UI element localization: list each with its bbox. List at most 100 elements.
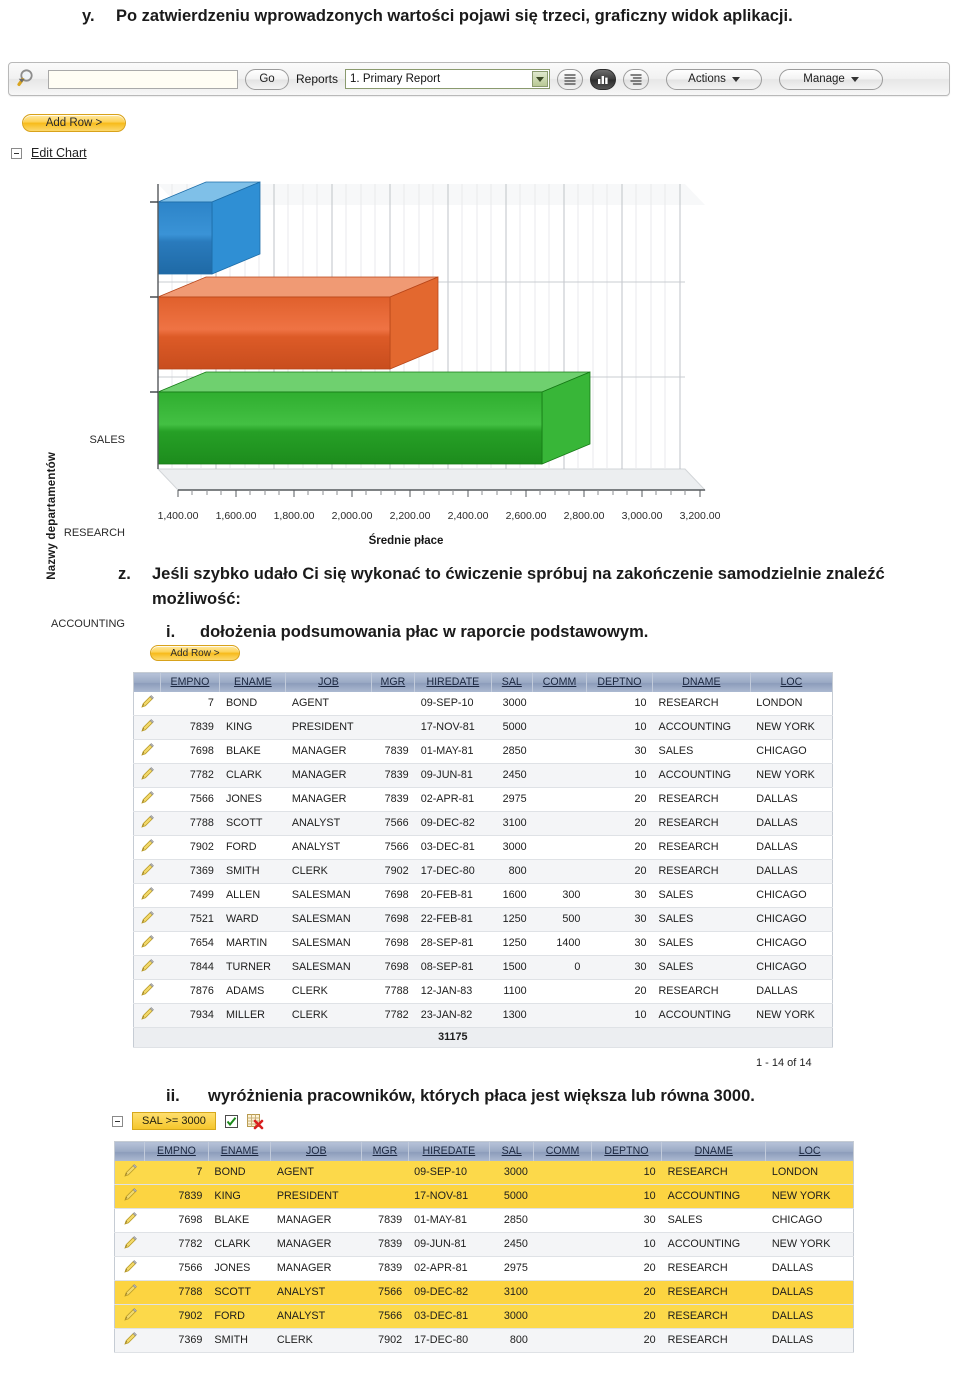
- cell-mgr: 7839: [361, 1208, 409, 1233]
- collapse-icon[interactable]: [11, 147, 22, 159]
- cell-job: ANALYST: [285, 835, 372, 860]
- edit-row-pencil-icon[interactable]: [133, 907, 160, 932]
- col-mgr[interactable]: MGR: [371, 672, 416, 692]
- cell-sal: 2975: [491, 787, 533, 812]
- col-comm[interactable]: COMM: [532, 672, 587, 692]
- cell-hiredate: 08-SEP-81: [414, 955, 491, 980]
- chevron-down-icon[interactable]: [532, 71, 549, 87]
- edit-row-pencil-icon[interactable]: [114, 1184, 145, 1209]
- edit-row-pencil-icon[interactable]: [114, 1304, 145, 1329]
- cell-loc: DALLAS: [750, 835, 833, 860]
- cell-comm: [533, 1208, 592, 1233]
- edit-row-pencil-icon[interactable]: [133, 931, 160, 956]
- filter-bar: SAL >= 3000: [112, 1112, 264, 1130]
- cell-hiredate: 22-FEB-81: [414, 907, 491, 932]
- edit-row-pencil-icon[interactable]: [133, 835, 160, 860]
- table-row: 7782 CLARK MANAGER 7839 09-JUN-81 2450 10 ACCOU…: [114, 1232, 854, 1257]
- col-ename[interactable]: ENAME: [208, 1141, 272, 1161]
- add-row-button-top[interactable]: Add Row >: [22, 114, 126, 132]
- table-row: 7902 FORD ANALYST 7566 03-DEC-81 3000 20 RESEAR…: [133, 835, 833, 860]
- paragraph-ii-text: wyróżnienia pracowników, których płaca j…: [208, 1087, 755, 1105]
- edit-row-pencil-icon[interactable]: [133, 811, 160, 836]
- col-job[interactable]: JOB: [270, 1141, 363, 1161]
- cell-comm: [533, 1304, 592, 1329]
- edit-row-pencil-icon[interactable]: [114, 1256, 145, 1281]
- total-row: 31175: [133, 1026, 833, 1048]
- cell-ename: SMITH: [208, 1328, 271, 1353]
- group-by-view-icon[interactable]: [623, 68, 650, 90]
- edit-row-pencil-icon[interactable]: [133, 763, 160, 788]
- edit-row-pencil-icon[interactable]: [114, 1208, 145, 1233]
- col-ename[interactable]: ENAME: [219, 672, 287, 692]
- edit-row-pencil-icon[interactable]: [114, 1280, 145, 1305]
- cell-job: SALESMAN: [285, 883, 372, 908]
- delete-filter-icon[interactable]: [246, 1113, 264, 1129]
- list-marker-ii: ii.: [166, 1087, 180, 1105]
- col-job[interactable]: JOB: [285, 672, 372, 692]
- actions-button[interactable]: Actions: [666, 68, 763, 90]
- edit-row-pencil-icon[interactable]: [133, 1003, 160, 1028]
- table-row: 7566 JONES MANAGER 7839 02-APR-81 2975 20 RESEA…: [114, 1256, 854, 1281]
- chart-bar-sales: [157, 181, 261, 275]
- table-row: 7788 SCOTT ANALYST 7566 09-DEC-82 3100 20 RESEA…: [133, 811, 833, 836]
- col-sal[interactable]: SAL: [491, 672, 534, 692]
- report-select[interactable]: 1. Primary Report: [345, 69, 551, 89]
- col-empno[interactable]: EMPNO: [160, 672, 221, 692]
- col-dname[interactable]: DNAME: [652, 672, 751, 692]
- collapse-icon[interactable]: [112, 1115, 123, 1127]
- cell-hiredate: 01-MAY-81: [408, 1208, 490, 1233]
- cell-job: CLERK: [285, 979, 372, 1004]
- report-view-icon[interactable]: [557, 68, 584, 90]
- manage-button[interactable]: Manage: [779, 68, 884, 90]
- search-input[interactable]: [48, 69, 238, 89]
- table-row: 7902 FORD ANALYST 7566 03-DEC-81 3000 20 RESEAR…: [114, 1304, 854, 1329]
- go-button[interactable]: Go: [245, 68, 289, 90]
- cell-mgr: [371, 691, 415, 716]
- col-dname[interactable]: DNAME: [661, 1141, 767, 1161]
- cell-job: CLERK: [285, 1003, 372, 1028]
- cell-deptno: 10: [586, 763, 653, 788]
- col-deptno[interactable]: DEPTNO: [591, 1141, 663, 1161]
- edit-row-pencil-icon[interactable]: [133, 859, 160, 884]
- highlighted-table-header: EMPNO ENAME JOB MGR HIREDATE SAL COMM DE…: [114, 1141, 854, 1161]
- col-loc[interactable]: LOC: [765, 1141, 854, 1161]
- col-loc[interactable]: LOC: [750, 672, 833, 692]
- col-hiredate[interactable]: HIREDATE: [414, 672, 492, 692]
- cell-loc: DALLAS: [750, 979, 833, 1004]
- edit-row-pencil-icon[interactable]: [114, 1328, 145, 1353]
- edit-chart-link[interactable]: Edit Chart: [31, 146, 87, 160]
- search-icon[interactable]: [17, 68, 41, 90]
- col-deptno[interactable]: DEPTNO: [586, 672, 654, 692]
- col-comm[interactable]: COMM: [533, 1141, 592, 1161]
- chart-category-label-accounting: ACCOUNTING: [51, 618, 125, 630]
- edit-row-pencil-icon[interactable]: [133, 883, 160, 908]
- chart-view-icon[interactable]: [590, 68, 617, 90]
- cell-empno: 7788: [160, 811, 220, 836]
- cell-job: CLERK: [285, 859, 372, 884]
- edit-row-pencil-icon[interactable]: [133, 691, 160, 716]
- paragraph-z-text: Jeśli szybko udało Ci się wykonać to ćwi…: [152, 565, 885, 609]
- edit-row-pencil-icon[interactable]: [114, 1160, 145, 1185]
- cell-dname: SALES: [652, 883, 751, 908]
- edit-row-pencil-icon[interactable]: [133, 739, 160, 764]
- cell-job: MANAGER: [270, 1208, 362, 1233]
- checkbox-checked-icon[interactable]: [224, 1114, 238, 1128]
- edit-row-pencil-icon[interactable]: [133, 955, 160, 980]
- col-edit: [133, 672, 161, 692]
- cell-comm: 0: [532, 955, 587, 980]
- cell-sal: 2975: [489, 1256, 534, 1281]
- col-empno[interactable]: EMPNO: [144, 1141, 209, 1161]
- edit-row-pencil-icon[interactable]: [114, 1232, 145, 1257]
- cell-mgr: 7782: [371, 1003, 415, 1028]
- paragraph-ii: ii. wyróżnienia pracowników, których pła…: [166, 1084, 946, 1109]
- filter-chip[interactable]: SAL >= 3000: [132, 1112, 216, 1130]
- col-mgr[interactable]: MGR: [361, 1141, 409, 1161]
- cell-hiredate: 02-APR-81: [414, 787, 491, 812]
- add-row-button-report[interactable]: Add Row >: [150, 645, 240, 661]
- col-sal[interactable]: SAL: [489, 1141, 535, 1161]
- edit-row-pencil-icon[interactable]: [133, 979, 160, 1004]
- edit-row-pencil-icon[interactable]: [133, 715, 160, 740]
- edit-row-pencil-icon[interactable]: [133, 787, 160, 812]
- cell-hiredate: 01-MAY-81: [414, 739, 491, 764]
- col-hiredate[interactable]: HIREDATE: [408, 1141, 491, 1161]
